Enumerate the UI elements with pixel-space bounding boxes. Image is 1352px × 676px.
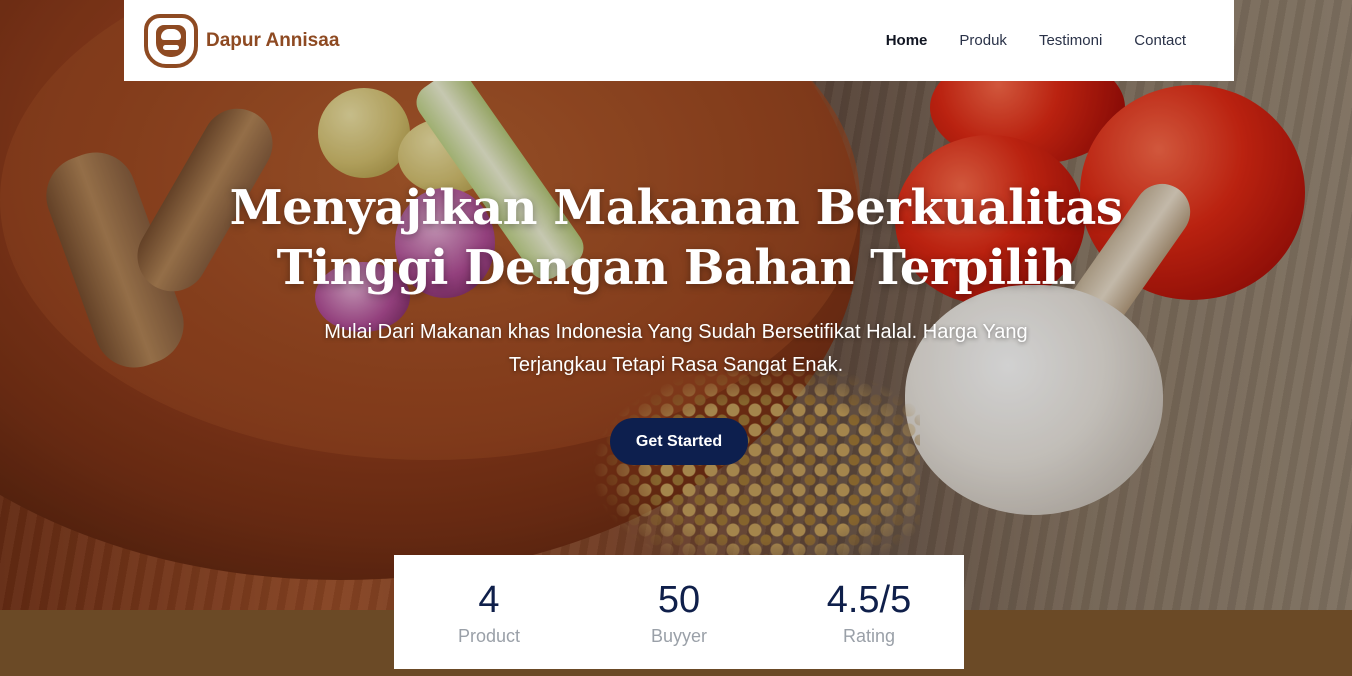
stat-label: Rating [842,625,896,646]
nav-item-produk[interactable]: Produk [959,32,1007,49]
nav-item-home[interactable]: Home [886,32,928,49]
stat-label: Buyyer [650,625,708,646]
stat-product: 4 Product [394,578,584,647]
nav-item-testimoni[interactable]: Testimoni [1039,32,1102,49]
stat-value: 50 [657,578,701,621]
stats-card: 4 Product 50 Buyyer 4.5/5 Rating [394,555,964,669]
chef-hat-logo-icon [144,13,198,68]
stat-value: 4 [478,578,500,621]
stat-rating: 4.5/5 Rating [774,578,964,647]
brand-name: Dapur Annisaa [206,29,340,51]
nav-menu: Home Produk Testimoni Contact [886,32,1186,49]
stat-buyyer: 50 Buyyer [584,578,774,647]
stat-label: Product [457,625,521,646]
stat-value: 4.5/5 [826,578,912,621]
hero-subtitle: Mulai Dari Makanan khas Indonesia Yang S… [324,321,1028,376]
get-started-button[interactable]: Get Started [610,418,748,465]
hero-title: Menyajikan Makanan Berkualitas Tinggi De… [229,180,1123,296]
navbar: Dapur Annisaa Home Produk Testimoni Cont… [124,0,1234,81]
nav-item-contact[interactable]: Contact [1134,32,1186,49]
brand-logo-link[interactable]: Dapur Annisaa [144,13,340,68]
chef-face-icon [156,24,186,57]
hero-content: Menyajikan Makanan Berkualitas Tinggi De… [0,178,1352,382]
